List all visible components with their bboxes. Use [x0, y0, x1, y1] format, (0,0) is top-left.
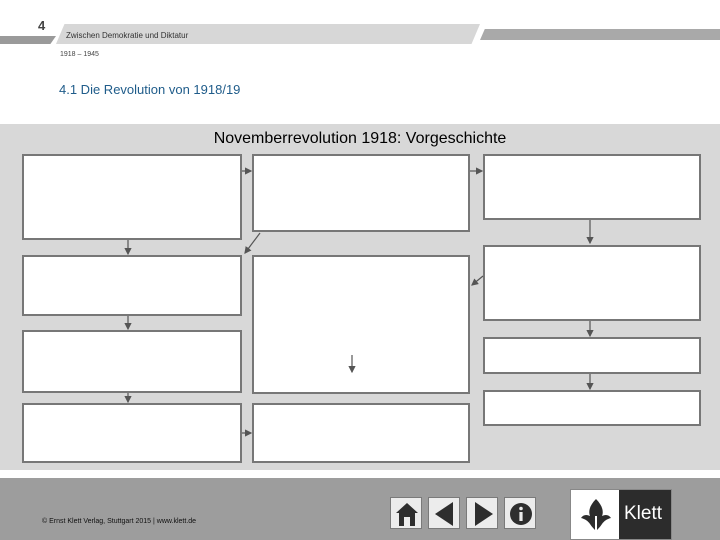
klett-logo: Klett: [570, 489, 672, 540]
next-arrow-icon: [475, 502, 493, 526]
home-icon: [396, 503, 418, 526]
info-button[interactable]: [504, 497, 536, 529]
diagram-box-9[interactable]: [22, 403, 242, 463]
logo-text-block: Klett: [619, 490, 671, 539]
diagram-box-11[interactable]: [483, 390, 701, 426]
diagram-box-6[interactable]: [483, 245, 701, 321]
next-button[interactable]: [466, 497, 498, 529]
diagram-box-5[interactable]: [252, 255, 470, 394]
header-title: Zwischen Demokratie und Diktatur: [66, 31, 189, 40]
header-accent-bar-right: [480, 29, 720, 40]
home-button[interactable]: [390, 497, 422, 529]
diagram-title: Novemberrevolution 1918: Vorgeschichte: [213, 130, 507, 147]
diagram-box-8[interactable]: [483, 337, 701, 374]
info-icon: [510, 503, 532, 525]
diagram-box-1[interactable]: [22, 154, 242, 240]
slide-number: 4: [38, 18, 46, 33]
header-period: 1918 – 1945: [60, 51, 99, 58]
diagram-box-10[interactable]: [252, 403, 470, 463]
diagram-box-3[interactable]: [483, 154, 701, 220]
previous-button[interactable]: [428, 497, 460, 529]
section-heading: 4.1 Die Revolution von 1918/19: [59, 82, 241, 97]
copyright-text: © Ernst Klett Verlag, Stuttgart 2015 | w…: [42, 518, 197, 525]
header-accent-bar-left: [0, 36, 56, 44]
klett-logo-icon: [581, 499, 611, 531]
previous-arrow-icon: [435, 502, 453, 526]
logo-text: Klett: [624, 503, 663, 524]
diagram-box-4[interactable]: [22, 255, 242, 316]
diagram-box-7[interactable]: [22, 330, 242, 393]
diagram-box-2[interactable]: [252, 154, 470, 232]
